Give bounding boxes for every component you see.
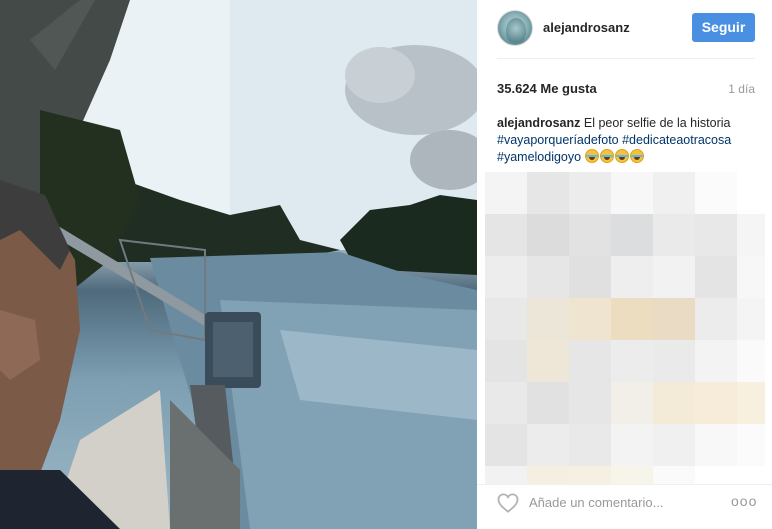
photo-image (0, 0, 477, 529)
post-header: alejandrosanz Seguir (477, 0, 772, 56)
post-photo[interactable] (0, 0, 477, 529)
follow-button[interactable]: Seguir (692, 13, 755, 42)
post-side-panel: alejandrosanz Seguir 35.624 Me gusta 1 d… (477, 0, 772, 529)
comment-bar: ooo (477, 484, 772, 529)
hashtag-link[interactable]: #vayaporqueríadefoto (497, 133, 619, 147)
heart-outline-icon[interactable] (497, 493, 519, 513)
laughing-emoji-icon (584, 149, 645, 164)
hashtag-link[interactable]: #dedicateaotracosa (622, 133, 731, 147)
likes-count[interactable]: 35.624 Me gusta (497, 81, 597, 96)
caption-text: El peor selfie de la historia (583, 116, 731, 130)
post-caption: alejandrosanz El peor selfie de la histo… (497, 115, 759, 166)
avatar[interactable] (497, 10, 533, 46)
comment-input[interactable] (529, 490, 719, 514)
username-link[interactable]: alejandrosanz (543, 20, 630, 35)
blurred-comments (485, 172, 765, 488)
post-timestamp[interactable]: 1 día (728, 82, 755, 96)
hashtag-link[interactable]: #yamelodigoyo (497, 150, 581, 164)
header-divider (497, 58, 755, 59)
caption-username[interactable]: alejandrosanz (497, 116, 580, 130)
ellipsis-icon[interactable]: ooo (731, 491, 757, 511)
